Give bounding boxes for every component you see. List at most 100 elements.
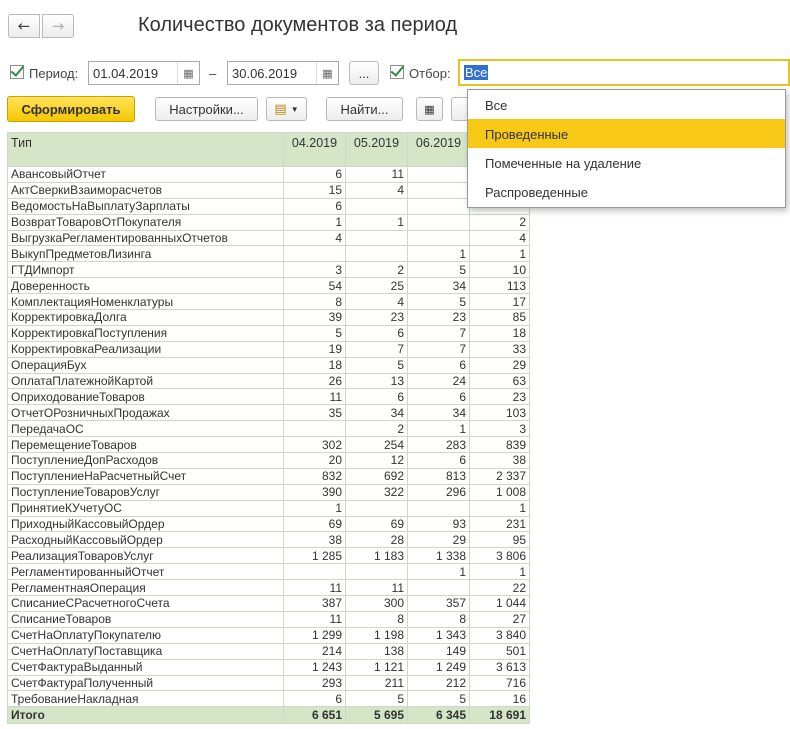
table-row[interactable]: РегламентированныйОтчет 1 1 — [7, 563, 530, 581]
table-row[interactable]: АвансовыйОтчет 6 11 — [7, 166, 530, 183]
row-value-cell — [345, 245, 408, 263]
row-value-cell: 34 — [407, 277, 470, 295]
table-row[interactable]: СписаниеТоваров 11 8 8 27 — [7, 610, 530, 628]
generate-button[interactable]: Сформировать — [7, 96, 135, 122]
table-row[interactable]: СчетНаОплатуПокупателю 1 299 1 198 1 343 3 8… — [7, 626, 530, 644]
table-row[interactable]: Доверенность 54 25 34 113 — [7, 277, 530, 295]
row-type-cell: ПриходныйКассовыйОрдер — [7, 515, 284, 533]
table-row[interactable]: ПоступлениеДопРасходов 20 12 6 38 — [7, 452, 530, 469]
row-value-cell: 34 — [345, 404, 408, 422]
period-checkbox[interactable] — [10, 65, 24, 79]
calendar-from-button[interactable]: ▦ — [177, 62, 199, 84]
filter-option-posted[interactable]: Проведенные — [468, 119, 785, 148]
table-row[interactable]: ПередачаОС 2 1 3 — [7, 420, 530, 438]
column-header[interactable]: 04.2019 — [283, 132, 346, 167]
table-row[interactable]: ВыгрузкаРегламентированныхОтчетов 4 4 — [7, 229, 530, 247]
table-row[interactable]: ПриходныйКассовыйОрдер 69 69 93 231 — [7, 515, 530, 533]
row-value-cell — [407, 579, 470, 597]
period-to-field[interactable]: 30.06.2019 ▦ — [227, 61, 339, 85]
row-value-cell: 214 — [283, 642, 346, 660]
table-row[interactable]: СчетНаОплатуПоставщика 214 138 149 501 — [7, 642, 530, 660]
row-value-cell: 283 — [407, 436, 470, 454]
table-row[interactable]: СписаниеСРасчетногоСчета 387 300 357 1 044 — [7, 595, 530, 612]
settings-button[interactable]: Настройки... — [155, 97, 258, 121]
row-value-cell: 7 — [407, 340, 470, 358]
table-row[interactable]: ВыкупПредметовЛизинга 1 1 — [7, 245, 530, 263]
period-select-button[interactable]: ... — [349, 61, 379, 85]
table-row[interactable]: КорректировкаПоступления 5 6 7 18 — [7, 324, 530, 342]
row-type-cell: ПринятиеКУчетуОС — [7, 499, 284, 517]
table-row[interactable]: ОплатаПлатежнойКартой 26 13 24 63 — [7, 372, 530, 390]
row-type-cell: АвансовыйОтчет — [7, 166, 284, 183]
row-type-cell: РегламентнаяОперация — [7, 579, 284, 597]
row-type-cell: ПередачаОС — [7, 420, 284, 438]
table-row[interactable]: СчетФактураВыданный 1 243 1 121 1 249 3 613 — [7, 658, 530, 676]
table-row[interactable]: ПоступлениеТоваровУслуг 390 322 296 1 008 — [7, 483, 530, 501]
row-value-cell: 1 — [407, 420, 470, 438]
table-row[interactable]: ПоступлениеНаРасчетныйСчет 832 692 813 2 337 — [7, 467, 530, 485]
table-row[interactable]: КомплектацияНоменклатуры 8 4 5 17 — [7, 293, 530, 311]
table-row[interactable]: ГТДИмпорт 3 2 5 10 — [7, 261, 530, 279]
back-button[interactable]: ← — [8, 14, 40, 38]
row-type-cell: ОприходованиеТоваров — [7, 388, 284, 406]
row-value-cell: 17 — [469, 293, 530, 311]
row-type-cell: СписаниеТоваров — [7, 610, 284, 628]
row-value-cell: 3 840 — [469, 626, 530, 644]
column-header[interactable]: 06.2019 — [407, 132, 470, 167]
table-row[interactable]: КорректировкаДолга 39 23 23 85 — [7, 309, 530, 326]
row-type-cell: РасходныйКассовыйОрдер — [7, 531, 284, 549]
filter-dropdown: Все Проведенные Помеченные на удаление Р… — [467, 89, 786, 208]
forward-button[interactable]: → — [42, 14, 74, 38]
table-row[interactable]: ВозвратТоваровОтПокупателя 1 1 2 — [7, 213, 530, 231]
table-row[interactable]: ОперацияБух 18 5 6 29 — [7, 356, 530, 374]
row-value-cell: 3 806 — [469, 547, 530, 565]
row-value-cell: 28 — [345, 531, 408, 549]
row-value-cell: 1 044 — [469, 595, 530, 612]
table-row[interactable]: КорректировкаРеализации 19 7 7 33 — [7, 340, 530, 358]
table-row[interactable]: СчетФактураПолученный 293 211 212 716 — [7, 674, 530, 692]
row-value-cell: 4 — [345, 293, 408, 311]
row-type-cell: СчетНаОплатуПокупателю — [7, 626, 284, 644]
row-value-cell: 5 — [407, 261, 470, 279]
row-value-cell: 501 — [469, 642, 530, 660]
calendar-to-button[interactable]: ▦ — [316, 62, 338, 84]
row-value-cell — [407, 229, 470, 247]
find-next-button[interactable]: ▦ — [416, 97, 443, 121]
table-row[interactable]: ТребованиеНакладная 6 5 5 16 — [7, 690, 530, 708]
row-type-cell: ОплатаПлатежнойКартой — [7, 372, 284, 390]
table-row[interactable]: ПринятиеКУчетуОС 1 1 — [7, 499, 530, 517]
column-header[interactable]: 05.2019 — [345, 132, 408, 167]
row-value-cell: 839 — [469, 436, 530, 454]
row-value-cell: 7 — [345, 340, 408, 358]
total-row[interactable]: Итого 6 651 5 695 6 345 18 691 — [7, 706, 530, 725]
find-button[interactable]: Найти... — [326, 97, 403, 121]
table-row[interactable]: ОтчетОРозничныхПродажах 35 34 34 103 — [7, 404, 530, 422]
filter-option-marked-for-deletion[interactable]: Помеченные на удаление — [468, 148, 785, 177]
row-type-cell: ПеремещениеТоваров — [7, 436, 284, 454]
row-value-cell: 716 — [469, 674, 530, 692]
row-value-cell: 1 121 — [345, 658, 408, 676]
row-value-cell: 1 338 — [407, 547, 470, 565]
table-row[interactable]: ПеремещениеТоваров 302 254 283 839 — [7, 436, 530, 454]
report-table: Тип 04.2019 05.2019 06.2019 АвансовыйОтч… — [7, 132, 530, 725]
filter-field[interactable]: Все — [458, 59, 790, 86]
row-value-cell: 1 008 — [469, 483, 530, 501]
filter-option-unposted[interactable]: Распроведенные — [468, 177, 785, 206]
row-value-cell: 1 198 — [345, 626, 408, 644]
variant-menu-button[interactable]: ▤ ▼ — [266, 97, 307, 121]
table-row[interactable]: ОприходованиеТоваров 11 6 6 23 — [7, 388, 530, 406]
table-row[interactable]: РеализацияТоваровУслуг 1 285 1 183 1 338 3 8… — [7, 547, 530, 565]
row-value-cell: 8 — [345, 610, 408, 628]
table-row[interactable]: ВедомостьНаВыплатуЗарплаты 6 — [7, 197, 530, 215]
row-value-cell — [407, 499, 470, 517]
table-row[interactable]: РегламентнаяОперация 11 11 22 — [7, 579, 530, 597]
table-row[interactable]: РасходныйКассовыйОрдер 38 28 29 95 — [7, 531, 530, 549]
filter-option-all[interactable]: Все — [468, 90, 785, 119]
period-from-field[interactable]: 01.04.2019 ▦ — [88, 61, 200, 85]
print-button[interactable] — [451, 97, 467, 121]
filter-checkbox[interactable] — [390, 65, 404, 79]
row-value-cell: 113 — [469, 277, 530, 295]
table-row[interactable]: АктСверкиВзаиморасчетов 15 4 — [7, 181, 530, 199]
column-header[interactable]: Тип — [7, 132, 284, 167]
row-value-cell — [407, 181, 470, 199]
